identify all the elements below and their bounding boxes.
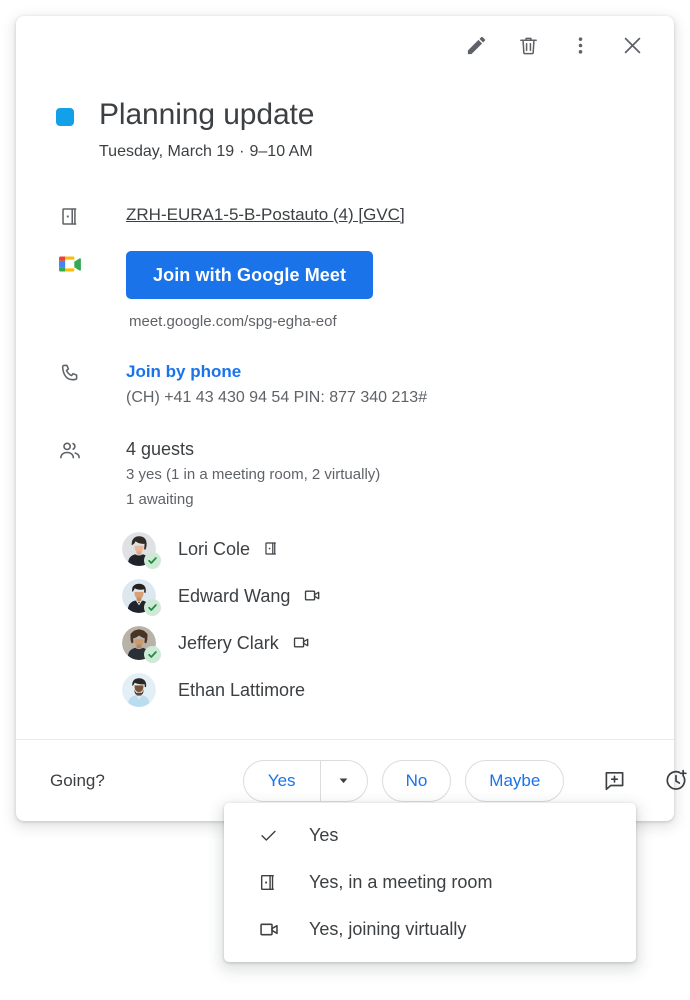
rsvp-yes-dropdown-menu: Yes Yes, in a meeting room Yes, joining … — [224, 803, 636, 962]
menu-item-label: Yes — [309, 825, 339, 845]
menu-item-yes-joining-virtually[interactable]: Yes, joining virtually — [224, 906, 636, 953]
meeting-room-icon — [258, 872, 284, 893]
guest-count-label: 4 guests — [126, 439, 195, 459]
meeting-room-icon — [56, 203, 84, 228]
chevron-down-icon[interactable] — [321, 761, 367, 801]
list-item[interactable]: Edward Wang — [122, 572, 674, 619]
video-camera-icon — [292, 633, 311, 652]
join-by-phone-row: Join by phone (CH) +41 43 430 94 54 PIN:… — [16, 360, 674, 409]
propose-new-time-icon[interactable] — [654, 759, 690, 803]
list-item[interactable]: Ethan Lattimore — [122, 666, 674, 713]
google-meet-icon — [56, 251, 84, 275]
location-row: ZRH-EURA1-5-B-Postauto (4) [GVC] — [16, 203, 674, 228]
join-by-phone-link[interactable]: Join by phone — [126, 360, 427, 383]
avatar — [122, 672, 156, 707]
guest-name: Jeffery Clark — [178, 632, 279, 653]
rsvp-no-button[interactable]: No — [381, 759, 452, 802]
edit-event-button[interactable] — [456, 25, 496, 65]
add-note-icon[interactable] — [592, 759, 636, 803]
guests-row: 4 guests 3 yes (1 in a meeting room, 2 v… — [16, 437, 674, 511]
event-title-row: Planning update Tuesday, March 19 · 9–10 A… — [16, 74, 674, 163]
avatar — [122, 578, 161, 616]
rsvp-yes-split-button: Yes — [242, 759, 368, 802]
list-item[interactable]: Jeffery Clark — [122, 619, 674, 666]
event-date: Tuesday, March 19 — [99, 143, 235, 160]
screen: Planning update Tuesday, March 19 · 9–10 A… — [0, 0, 690, 1000]
join-google-meet-button[interactable]: Join with Google Meet — [126, 251, 374, 299]
datetime-separator: · — [239, 143, 245, 160]
check-icon — [258, 825, 284, 846]
guest-name: Edward Wang — [178, 585, 291, 606]
video-camera-icon — [303, 586, 322, 605]
delete-event-button[interactable] — [508, 25, 548, 65]
guest-list: Lori Cole Edward Wang Jeffery Clark Etha… — [16, 525, 674, 713]
google-meet-row: Join with Google Meet meet.google.com/sp… — [16, 251, 674, 332]
meet-url-text: meet.google.com/spg-egha-eof — [129, 313, 337, 330]
list-item[interactable]: Lori Cole — [122, 525, 674, 572]
guest-name: Ethan Lattimore — [178, 679, 306, 700]
video-camera-icon — [258, 918, 284, 941]
avatar — [122, 625, 161, 663]
menu-item-yes[interactable]: Yes — [224, 812, 636, 859]
status-badge — [144, 551, 161, 569]
page-title: Planning update — [99, 98, 315, 131]
more-options-button[interactable] — [560, 25, 600, 65]
rsvp-button-group: Yes No Maybe — [242, 759, 690, 803]
meeting-room-icon — [263, 540, 280, 557]
event-color-swatch — [56, 108, 74, 126]
event-datetime: Tuesday, March 19 · 9–10 AM — [99, 141, 314, 163]
status-badge — [144, 645, 161, 663]
menu-item-label: Yes, joining virtually — [309, 919, 467, 939]
status-badge — [144, 598, 161, 616]
close-button[interactable] — [612, 25, 652, 65]
event-details-card: Planning update Tuesday, March 19 · 9–10 A… — [16, 16, 688, 821]
phone-number-text: (CH) +41 43 430 94 54 PIN: 877 340 213# — [126, 389, 428, 406]
menu-item-yes-in-a-meeting-room[interactable]: Yes, in a meeting room — [224, 859, 636, 906]
rsvp-yes-button[interactable]: Yes — [244, 760, 321, 801]
avatar — [122, 531, 161, 569]
card-bottom-spacer — [16, 713, 674, 739]
people-icon — [56, 437, 84, 463]
rsvp-maybe-button[interactable]: Maybe — [465, 759, 565, 802]
card-action-toolbar — [16, 16, 674, 74]
going-label: Going? — [50, 770, 105, 790]
guest-name: Lori Cole — [178, 538, 251, 559]
event-time: 9–10 AM — [249, 143, 313, 160]
phone-icon — [56, 360, 84, 385]
menu-item-label: Yes, in a meeting room — [309, 872, 493, 892]
location-link[interactable]: ZRH-EURA1-5-B-Postauto (4) [GVC] — [126, 205, 405, 224]
guest-yes-summary: 3 yes (1 in a meeting room, 2 virtually) — [126, 466, 381, 483]
guest-awaiting-summary: 1 awaiting — [126, 491, 194, 508]
